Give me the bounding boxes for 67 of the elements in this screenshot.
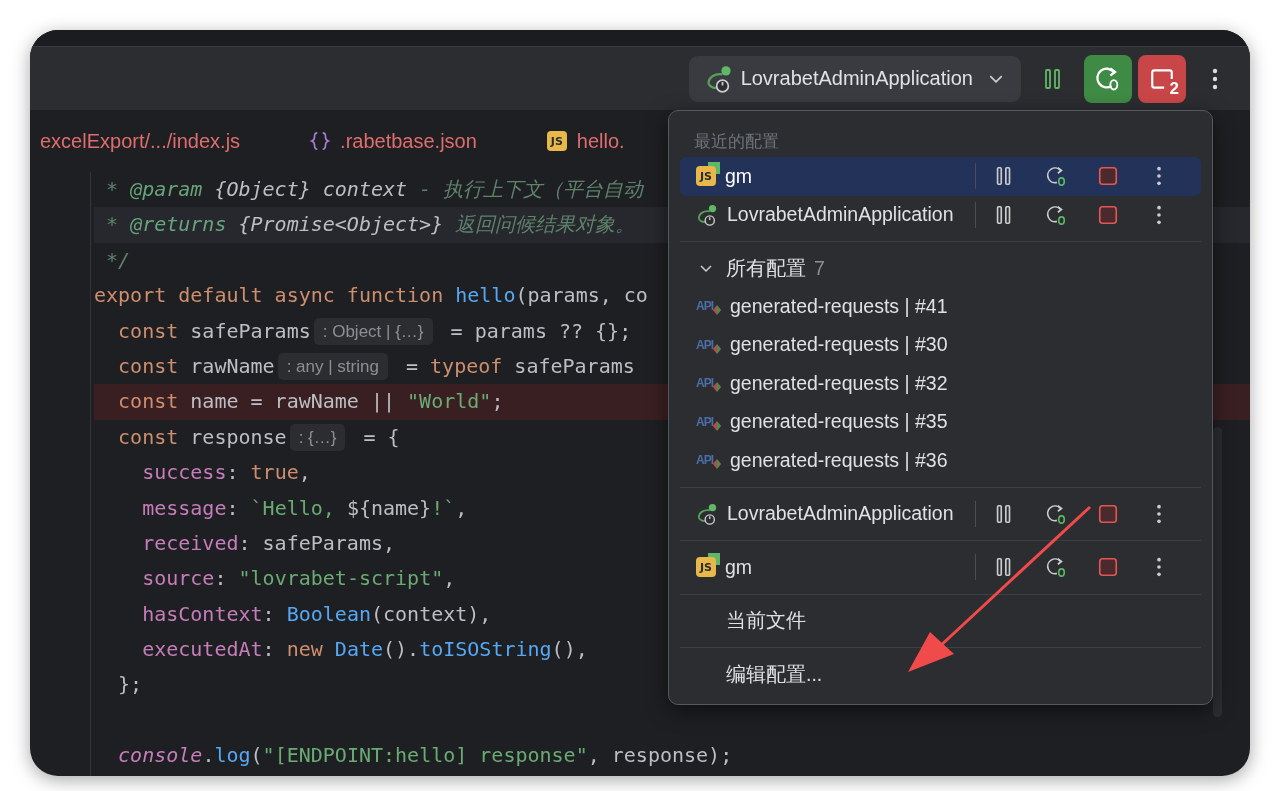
type-hint: : {…}: [289, 423, 346, 451]
code-text: hasContext: Boolean(context),: [141, 600, 492, 628]
code-text: const name = rawName || "World";: [117, 388, 504, 416]
type-hint: : Object | {…}: [313, 317, 433, 345]
code-text: source: "lovrabet-script",: [141, 565, 456, 593]
code-text: };: [117, 671, 143, 699]
config-item[interactable]: LovrabetAdminApplication: [680, 195, 1201, 234]
code-text: message: `Hello, ${name}!`,: [141, 494, 468, 522]
more-icon[interactable]: [1212, 66, 1218, 91]
config-item[interactable]: LovrabetAdminApplication: [680, 494, 1201, 533]
stop-icon[interactable]: [1097, 165, 1119, 188]
config-name: LovrabetAdminApplication: [727, 502, 954, 526]
rerun-debug-icon[interactable]: [1045, 556, 1067, 579]
code-text: received: safeParams,: [141, 529, 396, 557]
stop-icon[interactable]: [1097, 203, 1119, 226]
app-status-icon: [696, 502, 718, 525]
code-text: export default async function hello(params, co: [94, 282, 648, 310]
js-file-icon: JS: [546, 131, 567, 151]
config-item[interactable]: JS gm: [680, 157, 1201, 196]
config-item[interactable]: generated-requests | #30: [730, 333, 948, 357]
braces-icon: [310, 131, 331, 151]
code-text: = typeof safeParams: [404, 352, 635, 380]
stop-icon[interactable]: [1097, 556, 1119, 579]
type-hint: : any | string: [277, 353, 388, 381]
run-config-selector[interactable]: LovrabetAdminApplication: [688, 55, 1021, 102]
stop-button[interactable]: 2: [1138, 54, 1186, 103]
section-title: 最近的配置: [693, 131, 779, 153]
code-text: = {: [362, 423, 400, 451]
code-text: console.log("[ENDPOINT:hello] response", response);: [117, 742, 733, 770]
stop-icon[interactable]: [1097, 502, 1119, 525]
code-text: executedAt: new Date().toISOString(),: [141, 636, 588, 664]
more-icon[interactable]: [1156, 203, 1162, 226]
config-name: gm: [725, 555, 753, 579]
code-text: const safeParams: [117, 317, 311, 345]
code-text: * @param {Object} context - 执行上下文（平台自动: [105, 176, 644, 203]
chevron-down-icon: [989, 74, 1003, 83]
config-item[interactable]: generated-requests | #41: [730, 294, 948, 318]
config-item[interactable]: JS gm: [680, 548, 1201, 587]
config-item[interactable]: generated-requests | #35: [730, 410, 948, 434]
editor-tab[interactable]: .rabetbase.json: [340, 129, 477, 153]
menu-item[interactable]: 编辑配置...: [726, 660, 823, 688]
code-text: const rawName: [117, 352, 275, 380]
code-text: success: true,: [141, 459, 311, 487]
more-icon[interactable]: [1156, 556, 1162, 579]
config-item[interactable]: generated-requests | #32: [730, 371, 948, 395]
code-text: * @returns {Promise<Object>} 返回问候结果对象。: [105, 211, 636, 239]
app-status-icon: [704, 64, 733, 93]
editor-tab[interactable]: hello.: [576, 129, 625, 153]
group-count: 7: [814, 256, 825, 280]
scrollbar[interactable]: [1213, 427, 1222, 717]
pause-icon[interactable]: [1043, 66, 1063, 91]
menu-item[interactable]: 当前文件: [726, 607, 806, 635]
config-name: gm: [725, 164, 753, 188]
rerun-debug-icon[interactable]: [1045, 502, 1067, 525]
app-status-icon: [696, 203, 718, 226]
rerun-debug-button[interactable]: [1084, 54, 1132, 103]
code-text: = params ?? {};: [449, 317, 632, 345]
code-text: */: [105, 246, 131, 274]
config-item[interactable]: generated-requests | #36: [730, 448, 948, 472]
code-text: const response: [117, 423, 287, 451]
more-icon[interactable]: [1156, 502, 1162, 525]
more-icon[interactable]: [1156, 165, 1162, 188]
group-title[interactable]: 所有配置: [726, 254, 806, 282]
config-name: LovrabetAdminApplication: [727, 203, 954, 227]
rerun-debug-icon[interactable]: [1045, 165, 1067, 188]
rerun-debug-icon[interactable]: [1045, 203, 1067, 226]
editor-tab[interactable]: excelExport/.../index.js: [40, 129, 241, 153]
